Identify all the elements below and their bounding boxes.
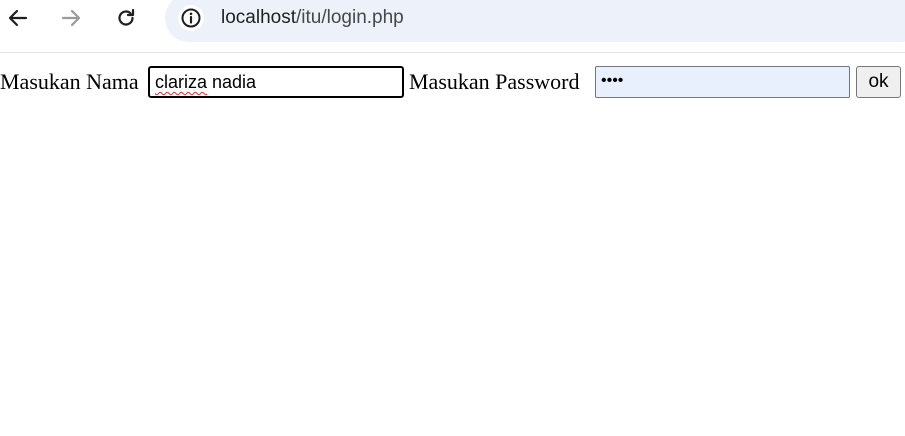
password-input[interactable]: •••• — [595, 66, 850, 98]
browser-toolbar: localhost/itu/login.php — [0, 0, 905, 53]
name-value-misspelled: clariza — [155, 72, 208, 92]
password-label: Masukan Password — [409, 69, 580, 94]
name-label: Masukan Nama — [0, 69, 139, 94]
ok-button[interactable]: ok — [856, 66, 901, 98]
site-info-button[interactable] — [178, 5, 204, 31]
page-content: Masukan Nama clariza nadia Masukan Passw… — [0, 53, 905, 436]
url-host: localhost — [221, 7, 296, 28]
ok-button-label: ok — [868, 71, 889, 92]
info-icon — [181, 8, 201, 28]
back-arrow-icon — [8, 9, 28, 27]
url-path: /itu/login.php — [296, 7, 404, 28]
forward-button[interactable] — [57, 4, 85, 32]
back-button[interactable] — [4, 4, 32, 32]
name-value-rest: nadia — [207, 72, 257, 92]
password-value: •••• — [601, 72, 624, 89]
reload-icon — [118, 8, 135, 26]
url-text[interactable]: localhost/itu/login.php — [221, 5, 404, 31]
forward-arrow-icon — [61, 9, 81, 27]
name-input[interactable]: clariza nadia — [148, 66, 404, 98]
reload-button[interactable] — [112, 4, 140, 32]
